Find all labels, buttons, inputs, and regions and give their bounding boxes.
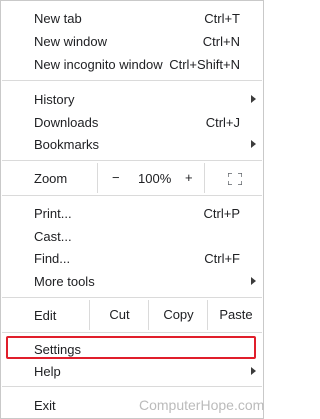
shortcut-text: Ctrl+F bbox=[204, 251, 240, 266]
menu-item-more-tools[interactable]: More tools bbox=[2, 270, 262, 292]
menu-item-downloads[interactable]: Downloads Ctrl+J bbox=[2, 111, 262, 133]
menu-item-cast[interactable]: Cast... bbox=[2, 225, 262, 247]
menu-separator bbox=[2, 297, 262, 298]
menu-separator bbox=[2, 332, 262, 333]
menu-item-label: Exit bbox=[34, 398, 56, 413]
paste-button[interactable]: Paste bbox=[207, 300, 264, 330]
zoom-level: 100% bbox=[138, 171, 172, 186]
menu-item-new-tab[interactable]: New tab Ctrl+T bbox=[2, 7, 262, 29]
zoom-row: Zoom − 100% + bbox=[2, 163, 262, 193]
menu-item-label: Help bbox=[34, 364, 61, 379]
cut-button[interactable]: Cut bbox=[89, 300, 149, 330]
menu-item-label: New window bbox=[34, 34, 107, 49]
edit-row: Edit Cut Copy Paste bbox=[2, 300, 262, 330]
menu-item-label: Find... bbox=[34, 251, 71, 266]
shortcut-text: Ctrl+J bbox=[205, 115, 240, 130]
menu-item-new-window[interactable]: New window Ctrl+N bbox=[2, 30, 262, 52]
menu-item-bookmarks[interactable]: Bookmarks bbox=[2, 133, 262, 155]
menu-item-new-incognito-window[interactable]: New incognito window Ctrl+Shift+N bbox=[2, 53, 262, 75]
menu-item-label: Print... bbox=[34, 206, 72, 221]
submenu-arrow-icon bbox=[251, 140, 256, 148]
zoom-in-button[interactable]: + bbox=[185, 170, 193, 185]
menu-separator bbox=[2, 80, 262, 81]
menu-item-label: New tab bbox=[34, 11, 82, 26]
shortcut-text: Ctrl+P bbox=[203, 206, 240, 221]
watermark: ComputerHope.com bbox=[139, 397, 265, 413]
shortcut-text: Ctrl+Shift+N bbox=[169, 57, 240, 72]
menu-item-label: New incognito window bbox=[34, 57, 163, 72]
menu-separator bbox=[2, 386, 262, 387]
menu-separator bbox=[2, 195, 262, 196]
menu-item-history[interactable]: History bbox=[2, 88, 262, 110]
menu-item-label: More tools bbox=[34, 274, 95, 289]
menu-item-label: Cast... bbox=[34, 229, 72, 244]
menu-separator bbox=[2, 160, 262, 161]
submenu-arrow-icon bbox=[251, 277, 256, 285]
menu-item-find[interactable]: Find... Ctrl+F bbox=[2, 247, 262, 269]
shortcut-text: Ctrl+T bbox=[204, 11, 240, 26]
menu-item-label: Bookmarks bbox=[34, 137, 100, 152]
menu-item-print[interactable]: Print... Ctrl+P bbox=[2, 202, 262, 224]
fullscreen-icon[interactable] bbox=[228, 173, 242, 185]
menu-item-label: History bbox=[34, 92, 75, 107]
submenu-arrow-icon bbox=[251, 367, 256, 375]
zoom-label: Zoom bbox=[34, 171, 68, 186]
submenu-arrow-icon bbox=[251, 95, 256, 103]
zoom-out-button[interactable]: − bbox=[112, 170, 120, 185]
copy-button[interactable]: Copy bbox=[148, 300, 208, 330]
settings-highlight-box bbox=[6, 336, 256, 359]
menu-item-label: Downloads bbox=[34, 115, 99, 130]
shortcut-text: Ctrl+N bbox=[202, 34, 240, 49]
menu-item-help[interactable]: Help bbox=[2, 360, 262, 382]
edit-label: Edit bbox=[34, 308, 57, 323]
